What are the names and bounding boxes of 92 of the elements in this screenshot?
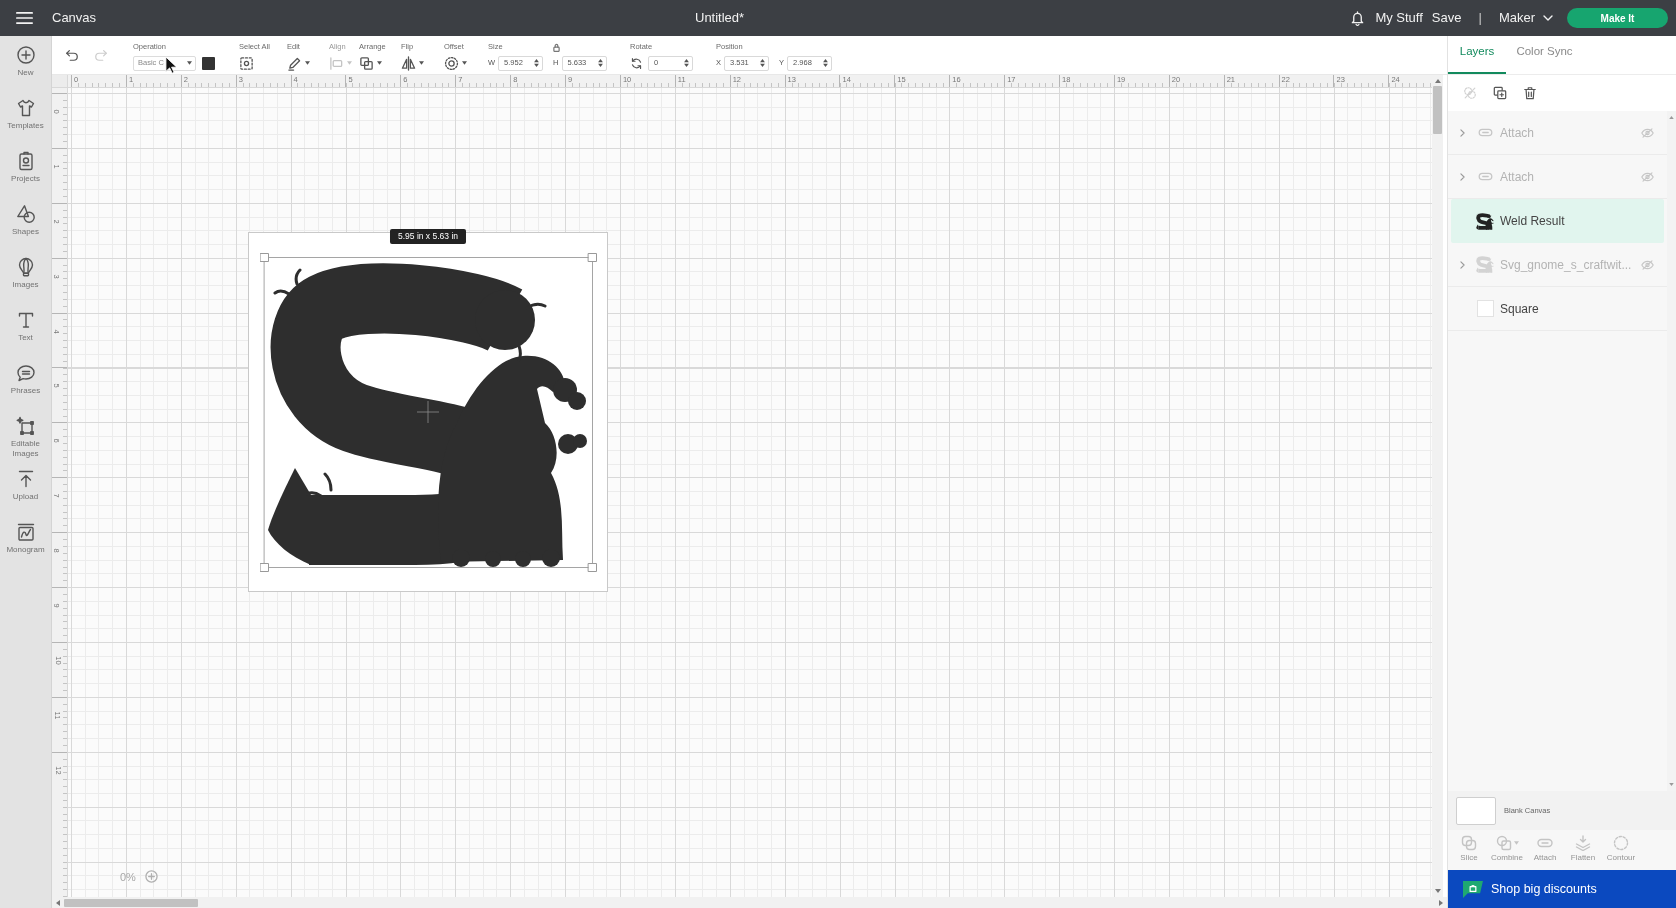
caret-icon [1513,841,1519,845]
scroll-right-icon[interactable] [1439,899,1443,906]
tshirt-icon [15,98,36,118]
duplicate-icon[interactable] [1493,86,1507,100]
sidebar-item[interactable]: Monogram [0,518,51,571]
sidebar-item[interactable]: New [0,41,51,94]
sidebar-item[interactable]: Text [0,306,51,359]
shopping-bag-icon [1461,879,1484,899]
scroll-left-icon[interactable] [56,899,60,906]
square-thumbnail-icon [1476,300,1494,317]
chevron-right-icon[interactable] [1460,260,1465,269]
crosshair-icon [417,401,439,423]
caret-icon [462,61,467,65]
dimension-label: 5.95 in x 5.63 in [390,229,466,244]
stepper-icon[interactable] [597,59,603,67]
edit-button[interactable] [287,55,310,71]
nav-link[interactable]: My Stuff [1375,8,1423,28]
sidebar-item[interactable]: Phrases [0,359,51,412]
scroll-up-icon[interactable] [1434,79,1441,83]
edit-image-icon [15,416,36,436]
layer-name: Weld Result [1500,213,1565,230]
caret-icon [305,61,310,65]
chevron-right-icon[interactable] [1460,128,1465,137]
stepper-icon[interactable] [760,59,765,67]
speech-bubble-icon [15,363,36,383]
attach-icon [1477,128,1493,137]
make-it-button[interactable]: Make It [1567,8,1668,28]
slice-icon [1461,835,1477,851]
layer-row[interactable]: Weld Result [1451,199,1664,243]
selected-design-drawing[interactable] [260,253,597,572]
layer-name: Attach [1500,168,1535,186]
color-swatch-icon[interactable] [202,56,215,70]
caret-icon [419,61,424,65]
trash-icon[interactable] [1523,86,1537,100]
scroll-down-icon[interactable] [1434,889,1441,893]
arrange-icon [359,55,374,71]
separator: | [1478,9,1482,28]
arrange-button[interactable] [359,55,382,71]
s-silhouette-icon [1476,212,1494,230]
canvas-swatch-icon[interactable] [1456,796,1496,825]
lock-icon[interactable] [552,42,560,52]
scrollbar-thumb[interactable] [1433,86,1442,134]
scrollbar-thumb[interactable] [64,898,198,907]
flip-icon [401,55,416,71]
scroll-up-icon[interactable] [1669,116,1674,119]
offset-button[interactable] [444,55,467,71]
caret-icon [377,61,382,65]
layer-row[interactable]: Square [1448,287,1667,331]
contour-icon [1613,835,1629,851]
sidebar-item[interactable]: Projects [0,147,51,200]
sidebar-item[interactable]: Templates [0,94,51,147]
chevron-right-icon[interactable] [1460,172,1465,181]
undo-icon[interactable] [65,48,79,62]
sidebar-item[interactable]: Editable Images [0,412,51,465]
panel-tab[interactable]: Layers [1448,38,1506,74]
machine-dropdown[interactable]: Maker [1498,8,1553,28]
caret-icon [347,61,352,65]
pointer-cursor-icon [165,56,176,74]
layer-name: Square [1500,300,1539,318]
stepper-icon[interactable] [823,59,829,67]
layer-name: Svg_gnome_s_craftwit... [1500,256,1632,274]
select-all-icon [239,55,254,71]
flip-button[interactable] [401,55,424,71]
attach-icon [1477,172,1493,181]
sidebar-item[interactable]: Images [0,253,51,306]
stepper-icon[interactable] [684,59,689,67]
chevron-down-icon [1543,15,1553,21]
rotate-icon[interactable] [630,56,643,70]
promo-banner[interactable]: Shop big discounts [1448,870,1676,908]
pencil-icon [287,55,302,71]
combine-icon [1495,835,1512,851]
sidebar-item[interactable]: Shapes [0,200,51,253]
caret-icon [187,61,192,65]
menu-icon[interactable] [16,11,33,25]
framed-flourish-icon [15,522,36,542]
bell-icon[interactable] [1350,10,1366,26]
align-icon [329,55,344,71]
flatten-icon [1575,835,1591,851]
panel-tab[interactable]: Color Sync [1506,38,1583,74]
sidebar-item[interactable]: Upload [0,465,51,518]
app-name: Canvas [52,9,97,28]
select-all-button[interactable] [239,55,254,71]
shapes-icon [15,204,36,224]
nav-link[interactable]: Save [1431,8,1462,28]
stepper-icon[interactable] [534,59,540,67]
scroll-down-icon[interactable] [1669,783,1674,786]
layer-name: Attach [1500,124,1535,142]
offset-icon [444,55,459,71]
zoom-level: 0% [120,869,136,885]
plus-circle-icon [15,45,36,65]
s-silhouette-icon [1476,256,1494,273]
document-title: Untitled* [695,9,745,28]
